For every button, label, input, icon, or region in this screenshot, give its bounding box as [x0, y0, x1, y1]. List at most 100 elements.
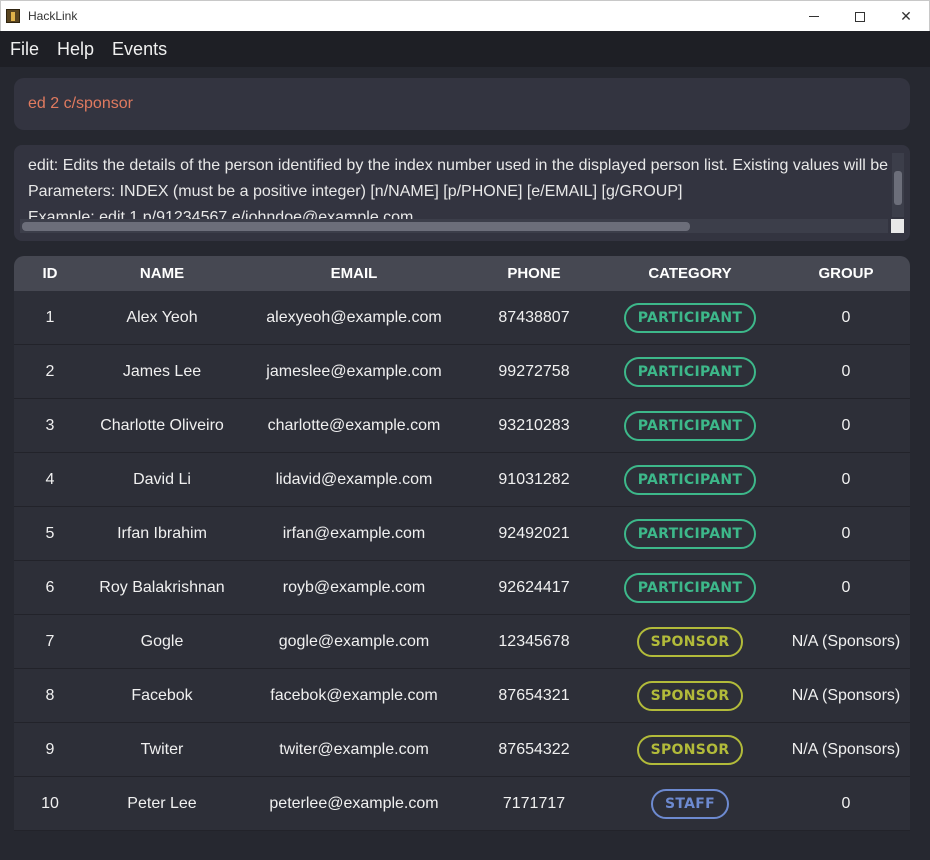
title-bar: HackLink ✕	[0, 0, 930, 31]
table-row[interactable]: 4 David Li lidavid@example.com 91031282 …	[14, 453, 910, 507]
cell-category: SPONSOR	[598, 626, 782, 657]
category-badge: PARTICIPANT	[623, 410, 757, 441]
vertical-scroll-thumb[interactable]	[894, 171, 902, 205]
category-badge: STAFF	[650, 788, 729, 819]
category-badge: PARTICIPANT	[623, 302, 757, 333]
table-row[interactable]: 1 Alex Yeoh alexyeoh@example.com 8743880…	[14, 291, 910, 345]
horizontal-scrollbar[interactable]	[20, 219, 888, 233]
cell-email: charlotte@example.com	[267, 416, 441, 434]
cell-category: STAFF	[598, 788, 782, 819]
cell-name: David Li	[133, 470, 191, 488]
table-row[interactable]: 2 James Lee jameslee@example.com 9927275…	[14, 345, 910, 399]
cell-category: PARTICIPANT	[598, 464, 782, 495]
cell-group: N/A (Sponsors)	[791, 632, 901, 650]
cell-category: SPONSOR	[598, 680, 782, 711]
table-row[interactable]: 8 Facebok facebok@example.com 87654321 S…	[14, 669, 910, 723]
horizontal-scroll-thumb[interactable]	[22, 222, 690, 231]
table-row[interactable]: 5 Irfan Ibrahim irfan@example.com 924920…	[14, 507, 910, 561]
cell-name: Roy Balakrishnan	[99, 578, 225, 596]
cell-name: Charlotte Oliveiro	[100, 416, 224, 434]
command-input[interactable]	[28, 95, 888, 113]
cell-email: facebok@example.com	[270, 686, 438, 704]
cell-id: 8	[45, 686, 55, 704]
cell-email: jameslee@example.com	[266, 362, 442, 380]
cell-phone: 12345678	[498, 632, 570, 650]
maximize-icon	[855, 11, 865, 22]
cell-name: Irfan Ibrahim	[117, 524, 207, 542]
cell-email: gogle@example.com	[278, 632, 430, 650]
table-row[interactable]: 7 Gogle gogle@example.com 12345678 SPONS…	[14, 615, 910, 669]
cell-group: 0	[841, 362, 851, 380]
cell-category: PARTICIPANT	[598, 302, 782, 333]
cell-name: Peter Lee	[127, 794, 197, 812]
table-row[interactable]: 3 Charlotte Oliveiro charlotte@example.c…	[14, 399, 910, 453]
maximize-button[interactable]	[837, 1, 883, 32]
cell-email: twiter@example.com	[279, 740, 429, 758]
cell-phone: 7171717	[502, 794, 566, 812]
cell-phone: 92624417	[498, 578, 570, 596]
cell-id: 3	[45, 416, 55, 434]
menu-file[interactable]: File	[10, 39, 39, 60]
cell-id: 10	[41, 794, 59, 812]
category-badge: PARTICIPANT	[623, 464, 757, 495]
cell-name: Twiter	[140, 740, 184, 758]
cell-name: Alex Yeoh	[126, 308, 198, 326]
cell-id: 7	[45, 632, 55, 650]
cell-group: 0	[841, 308, 851, 326]
cell-name: James Lee	[122, 362, 202, 380]
person-table: ID NAME EMAIL PHONE CATEGORY GROUP 1 Ale…	[14, 256, 910, 831]
category-badge: PARTICIPANT	[623, 572, 757, 603]
category-badge: SPONSOR	[636, 626, 744, 657]
cell-phone: 91031282	[498, 470, 570, 488]
vertical-scrollbar[interactable]	[892, 153, 904, 217]
category-badge: PARTICIPANT	[623, 356, 757, 387]
cell-email: royb@example.com	[282, 578, 426, 596]
cell-id: 1	[45, 308, 55, 326]
cell-id: 9	[45, 740, 55, 758]
category-badge: SPONSOR	[636, 680, 744, 711]
cell-name: Facebok	[131, 686, 193, 704]
window-title: HackLink	[28, 9, 78, 23]
cell-id: 2	[45, 362, 55, 380]
cell-category: SPONSOR	[598, 734, 782, 765]
category-badge: SPONSOR	[636, 734, 744, 765]
minimize-icon	[809, 16, 819, 17]
category-badge: PARTICIPANT	[623, 518, 757, 549]
cell-category: PARTICIPANT	[598, 572, 782, 603]
header-name: NAME	[139, 265, 185, 282]
close-button[interactable]: ✕	[883, 1, 929, 32]
menu-events[interactable]: Events	[112, 39, 167, 60]
cell-phone: 93210283	[498, 416, 570, 434]
cell-category: PARTICIPANT	[598, 410, 782, 441]
window-controls: ✕	[791, 1, 929, 32]
cell-category: PARTICIPANT	[598, 356, 782, 387]
cell-phone: 87654322	[498, 740, 570, 758]
header-phone: PHONE	[507, 265, 561, 282]
cell-id: 6	[45, 578, 55, 596]
table-row[interactable]: 10 Peter Lee peterlee@example.com 717171…	[14, 777, 910, 831]
cell-phone: 99272758	[498, 362, 570, 380]
table-row[interactable]: 9 Twiter twiter@example.com 87654322 SPO…	[14, 723, 910, 777]
cell-phone: 87654321	[498, 686, 570, 704]
cell-group: 0	[841, 470, 851, 488]
table-header: ID NAME EMAIL PHONE CATEGORY GROUP	[14, 256, 910, 291]
cell-id: 4	[45, 470, 55, 488]
cell-group: 0	[841, 794, 851, 812]
menu-bar: File Help Events	[0, 31, 930, 67]
cell-category: PARTICIPANT	[598, 518, 782, 549]
cell-phone: 92492021	[498, 524, 570, 542]
cell-email: alexyeoh@example.com	[266, 308, 442, 326]
result-text: edit: Edits the details of the person id…	[28, 153, 888, 219]
app-icon	[6, 9, 20, 23]
minimize-button[interactable]	[791, 1, 837, 32]
cell-group: 0	[841, 524, 851, 542]
cell-group: N/A (Sponsors)	[791, 740, 901, 758]
close-icon: ✕	[900, 8, 912, 25]
menu-help[interactable]: Help	[57, 39, 94, 60]
table-row[interactable]: 6 Roy Balakrishnan royb@example.com 9262…	[14, 561, 910, 615]
result-display: edit: Edits the details of the person id…	[14, 145, 910, 241]
cell-email: irfan@example.com	[282, 524, 426, 542]
header-id: ID	[42, 265, 58, 282]
cell-email: peterlee@example.com	[269, 794, 439, 812]
cell-phone: 87438807	[498, 308, 570, 326]
